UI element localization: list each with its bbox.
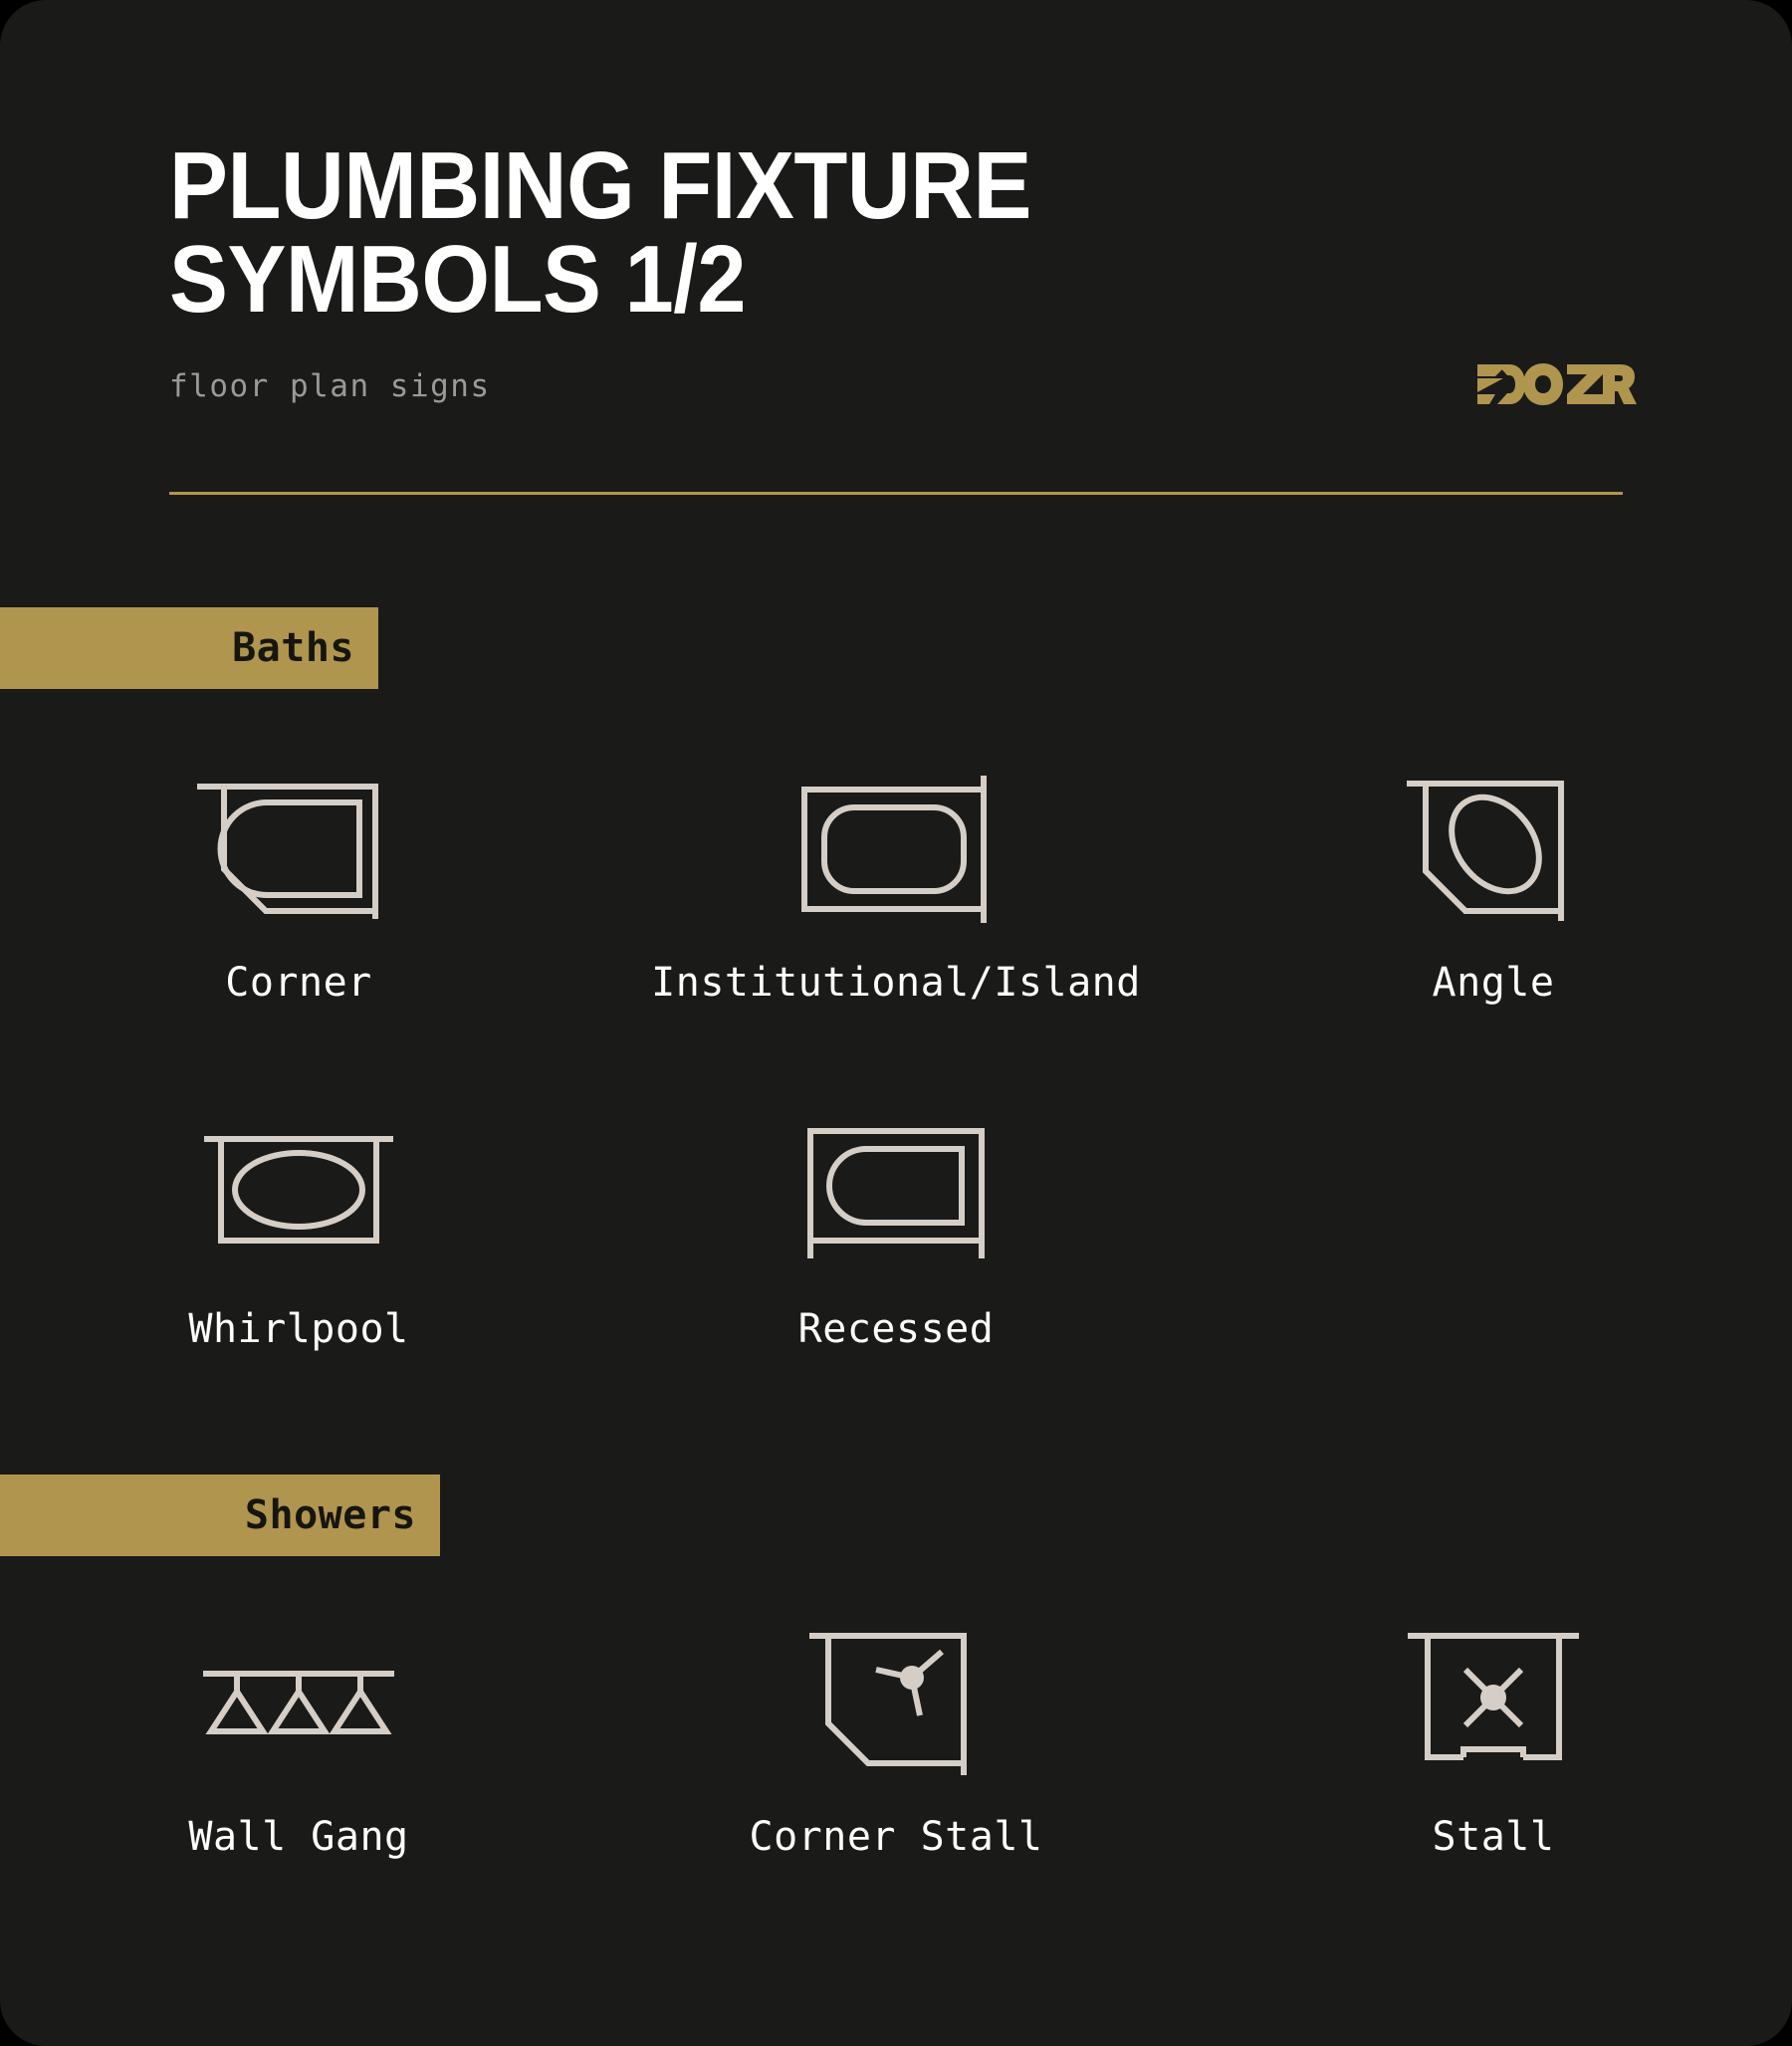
symbol-cell-corner-stall-shower[interactable]: Corner Stall xyxy=(597,1611,1195,1860)
symbol-cell-wall-gang-shower[interactable]: Wall Gang xyxy=(0,1611,597,1860)
section-header-baths-label: Baths xyxy=(232,625,354,671)
section-header-showers-label: Showers xyxy=(244,1492,416,1538)
symbol-label: Corner xyxy=(225,960,372,1006)
symbol-row: Wall Gang Corner Stall Stall xyxy=(0,1611,1792,1860)
symbol-cell-stall-shower[interactable]: Stall xyxy=(1195,1611,1792,1860)
subtitle-row: floor plan signs xyxy=(169,362,1637,418)
corner-stall-shower-icon xyxy=(806,1611,986,1780)
symbol-cell-whirlpool-bath[interactable]: Whirlpool xyxy=(0,1103,597,1352)
symbol-row: Corner Institutional/Island Angle xyxy=(0,757,1792,1006)
plumbing-symbols-card: PLUMBING FIXTURE SYMBOLS 1/2 floor plan … xyxy=(0,0,1792,2046)
page-subtitle: floor plan signs xyxy=(169,368,491,405)
symbol-label: Stall xyxy=(1432,1814,1555,1860)
symbol-cell-corner-bath[interactable]: Corner xyxy=(0,757,597,1006)
angle-bath-icon xyxy=(1404,757,1583,926)
symbol-label: Recessed xyxy=(797,1306,995,1352)
symbol-label: Angle xyxy=(1432,960,1555,1006)
page-title: PLUMBING FIXTURE SYMBOLS 1/2 xyxy=(169,132,1032,334)
symbol-cell-angle-bath[interactable]: Angle xyxy=(1195,757,1792,1006)
header-divider xyxy=(169,492,1623,495)
symbol-label: Wall Gang xyxy=(188,1814,409,1860)
symbol-cell-island-bath[interactable]: Institutional/Island xyxy=(597,757,1195,1006)
section-header-baths: Baths xyxy=(0,607,378,689)
section-header-showers: Showers xyxy=(0,1475,440,1556)
whirlpool-bath-icon xyxy=(199,1103,398,1272)
recessed-bath-icon xyxy=(796,1103,996,1272)
symbol-label: Whirlpool xyxy=(188,1306,409,1352)
symbol-row: Whirlpool Recessed xyxy=(0,1103,1792,1352)
corner-bath-icon xyxy=(194,757,403,926)
header: PLUMBING FIXTURE SYMBOLS 1/2 floor plan … xyxy=(169,132,1637,418)
island-bath-icon xyxy=(796,757,996,926)
symbol-label: Institutional/Island xyxy=(651,960,1141,1006)
symbol-label: Corner Stall xyxy=(749,1814,1043,1860)
dozr-logo xyxy=(1477,362,1637,406)
symbol-cell-recessed-bath[interactable]: Recessed xyxy=(597,1103,1195,1352)
stall-shower-icon xyxy=(1404,1611,1583,1780)
wall-gang-shower-icon xyxy=(199,1611,398,1780)
